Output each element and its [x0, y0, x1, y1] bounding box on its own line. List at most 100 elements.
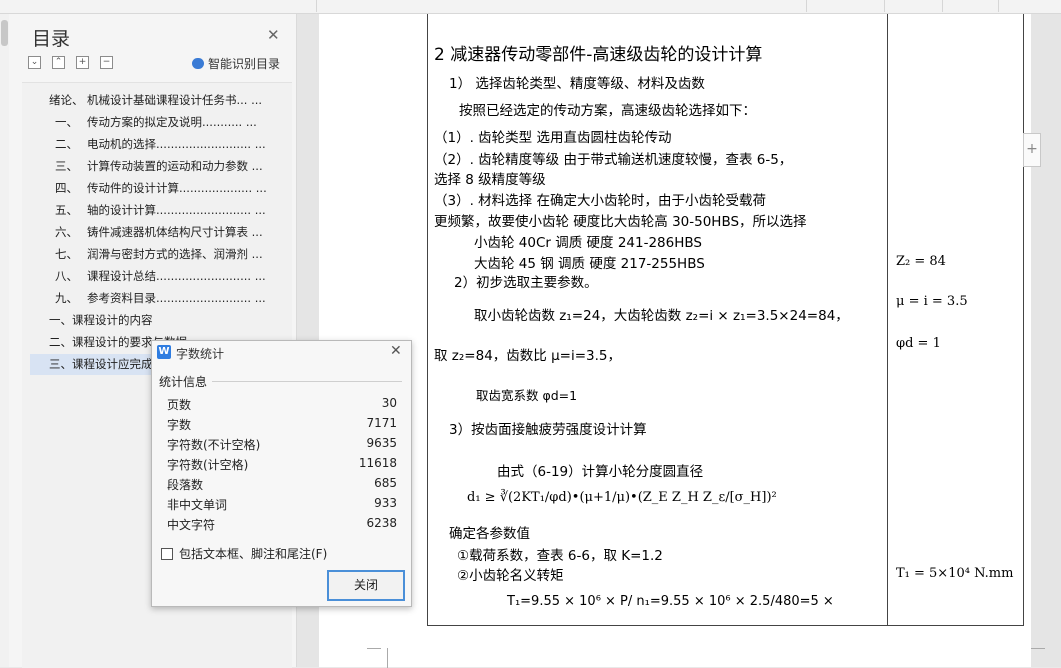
top-strip-segment	[884, 0, 943, 12]
top-strip-segment	[0, 0, 317, 12]
top-toolbar-strip	[0, 0, 1061, 14]
dialog-title: 字数统计	[176, 347, 225, 361]
doc-line: （1）. 齿轮类型 选用直齿圆柱齿轮传动	[434, 130, 672, 146]
close-button[interactable]: 关闭	[327, 570, 405, 601]
smart-outline-button[interactable]: 智能识别目录	[192, 55, 280, 72]
stat-value: 6238	[366, 516, 397, 530]
outline-item[interactable]: 六、 铸件减速器机体结构尺寸计算表 ...	[49, 222, 289, 243]
include-textbox-checkbox[interactable]: 包括文本框、脚注和尾注(F)	[161, 545, 327, 562]
outline-item-num: 八、	[55, 269, 78, 283]
outline-item-label: 铸件减速器机体结构尺寸计算表 ...	[87, 225, 263, 239]
outline-item[interactable]: 四、 传动件的设计计算.................... ...	[49, 178, 289, 199]
crop-mark	[387, 648, 388, 668]
close-icon[interactable]: ✕	[267, 26, 280, 44]
stat-value: 685	[374, 476, 397, 490]
outline-scrollbar[interactable]	[0, 14, 9, 667]
stat-row: 段落数 685	[167, 476, 397, 496]
stat-row: 字符数(不计空格) 9635	[167, 436, 397, 456]
outline-item[interactable]: 三、 计算传动装置的运动和动力参数 ...	[49, 156, 289, 177]
doc-line: ②小齿轮名义转矩	[457, 568, 564, 584]
word-count-dialog: W 字数统计 ✕ 统计信息 页数 30 字数 7171 字符数(不计空格) 9635 …	[151, 340, 412, 607]
outline-item-label: 参考资料目录.......................... ...	[87, 291, 266, 305]
close-icon[interactable]: ✕	[390, 343, 402, 359]
table-column-divider	[887, 14, 888, 625]
outline-item-num: 二、	[55, 137, 78, 151]
outline-item-label: 电动机的选择.......................... ...	[87, 137, 266, 151]
outline-item-label: 机械设计基础课程设计任务书... ...	[87, 93, 263, 107]
remove-heading-icon[interactable]: −	[100, 56, 113, 69]
doc-line: 取齿宽系数 φd=1	[476, 388, 578, 403]
doc-line: ①载荷系数，查表 6-6，取 K=1.2	[457, 548, 663, 564]
outline-item[interactable]: 一、课程设计的内容	[49, 310, 289, 331]
top-strip-segment	[806, 0, 885, 12]
outline-item-label: 润滑与密封方式的选择、润滑剂 ...	[87, 247, 263, 261]
outline-item[interactable]: 五、 轴的设计计算.......................... ...	[49, 200, 289, 221]
doc-line: （3）. 材料选择 在确定大小齿轮时，由于小齿轮受载荷	[434, 193, 766, 209]
outline-item[interactable]: 九、 参考资料目录.......................... ...	[49, 288, 289, 309]
outline-item-label: 三、课程设计应完成	[49, 357, 153, 371]
stats-section-label: 统计信息	[159, 375, 208, 389]
result-value: μ = i = 3.5	[896, 294, 968, 309]
section-heading: 2 减速器传动零部件-高速级齿轮的设计计算	[434, 45, 763, 65]
doc-line: 确定各参数值	[449, 526, 530, 542]
doc-line: 2）初步选取主要参数。	[454, 275, 598, 291]
outline-item-num: 九、	[55, 291, 78, 305]
stat-label: 中文字符	[167, 518, 216, 532]
formula: d₁ ≥ ∛(2KT₁/φd)•(μ+1/μ)•(Z_E Z_H Z_ε/[σ_…	[467, 490, 777, 505]
result-value: T₁ = 5×10⁴ N.mm	[896, 566, 1014, 581]
stat-row: 非中文单词 933	[167, 496, 397, 516]
doc-line: 大齿轮 45 钢 调质 硬度 217-255HBS	[474, 256, 705, 272]
smart-outline-label: 智能识别目录	[208, 57, 281, 71]
stat-value: 30	[381, 396, 397, 410]
stat-row: 页数 30	[167, 396, 397, 416]
stat-label: 字符数(不计空格)	[167, 438, 261, 452]
stat-label: 页数	[167, 398, 192, 412]
outline-item-num: 四、	[55, 181, 78, 195]
crop-mark	[367, 648, 381, 663]
doc-line: 按照已经选定的传动方案，高速级齿轮选择如下：	[459, 103, 756, 119]
stat-value: 9635	[366, 436, 397, 450]
stat-value: 11618	[358, 456, 397, 470]
section-divider	[212, 381, 402, 382]
scrollbar-thumb[interactable]	[1, 20, 8, 46]
result-value: φd = 1	[896, 336, 941, 351]
outline-item-num: 三、	[55, 159, 78, 173]
outline-item-label: 传动方案的拟定及说明........... ...	[87, 115, 257, 129]
outline-item-num: 六、	[55, 225, 78, 239]
expand-all-icon[interactable]: ⌄	[28, 56, 41, 69]
stat-row: 字数 7171	[167, 416, 397, 436]
doc-line: 选择 8 级精度等级	[434, 172, 546, 188]
outline-item[interactable]: 一、 传动方案的拟定及说明........... ...	[49, 112, 289, 133]
document-page[interactable]: 2 减速器传动零部件-高速级齿轮的设计计算 1） 选择齿轮类型、精度等级、材料及…	[319, 14, 1031, 667]
outline-item[interactable]: 八、 课程设计总结.......................... ...	[49, 266, 289, 287]
ai-icon	[192, 58, 204, 69]
outline-item-num: 七、	[55, 247, 78, 261]
doc-line: 3）按齿面接触疲劳强度设计计算	[449, 422, 647, 438]
outline-item-label: 一、课程设计的内容	[49, 313, 153, 327]
outline-item[interactable]: 七、 润滑与密封方式的选择、润滑剂 ...	[49, 244, 289, 265]
outline-item-label: 轴的设计计算.......................... ...	[87, 203, 266, 217]
outline-item-label: 计算传动装置的运动和动力参数 ...	[87, 159, 263, 173]
wps-logo-icon: W	[157, 345, 171, 359]
add-heading-icon[interactable]: +	[76, 56, 89, 69]
doc-line: 更频繁，故要使小齿轮 硬度比大齿轮高 30-50HBS，所以选择	[434, 214, 807, 230]
checkbox-label: 包括文本框、脚注和尾注(F)	[179, 547, 328, 561]
side-add-button[interactable]: +	[1023, 133, 1041, 167]
outline-toolbar: ⌄ ⌃ + −	[28, 56, 113, 69]
doc-line: 取小齿轮齿数 z₁=24，大齿轮齿数 z₂=i × z₁=3.5×24=84，	[474, 308, 849, 324]
doc-line: （2）. 齿轮精度等级 由于带式输送机速度较慢，查表 6-5，	[434, 152, 793, 168]
outline-title: 目录	[32, 28, 71, 50]
dialog-header[interactable]: W 字数统计 ✕	[152, 341, 411, 364]
outline-item[interactable]: 绪论、 机械设计基础课程设计任务书... ...	[49, 90, 289, 111]
stat-value: 933	[374, 496, 397, 510]
outline-item-num: 绪论、	[49, 93, 84, 107]
doc-line: T₁=9.55 × 10⁶ × P/ n₁=9.55 × 10⁶ × 2.5/4…	[507, 594, 834, 609]
collapse-all-icon[interactable]: ⌃	[52, 56, 65, 69]
doc-line: 由式（6-19）计算小轮分度圆直径	[497, 464, 704, 480]
outline-item-num: 一、	[55, 115, 78, 129]
outline-item-label: 课程设计总结.......................... ...	[87, 269, 266, 283]
doc-line: 1） 选择齿轮类型、精度等级、材料及齿数	[449, 76, 705, 92]
stat-label: 段落数	[167, 478, 204, 492]
checkbox-box[interactable]	[161, 547, 173, 560]
outline-item[interactable]: 二、 电动机的选择.......................... ...	[49, 134, 289, 155]
